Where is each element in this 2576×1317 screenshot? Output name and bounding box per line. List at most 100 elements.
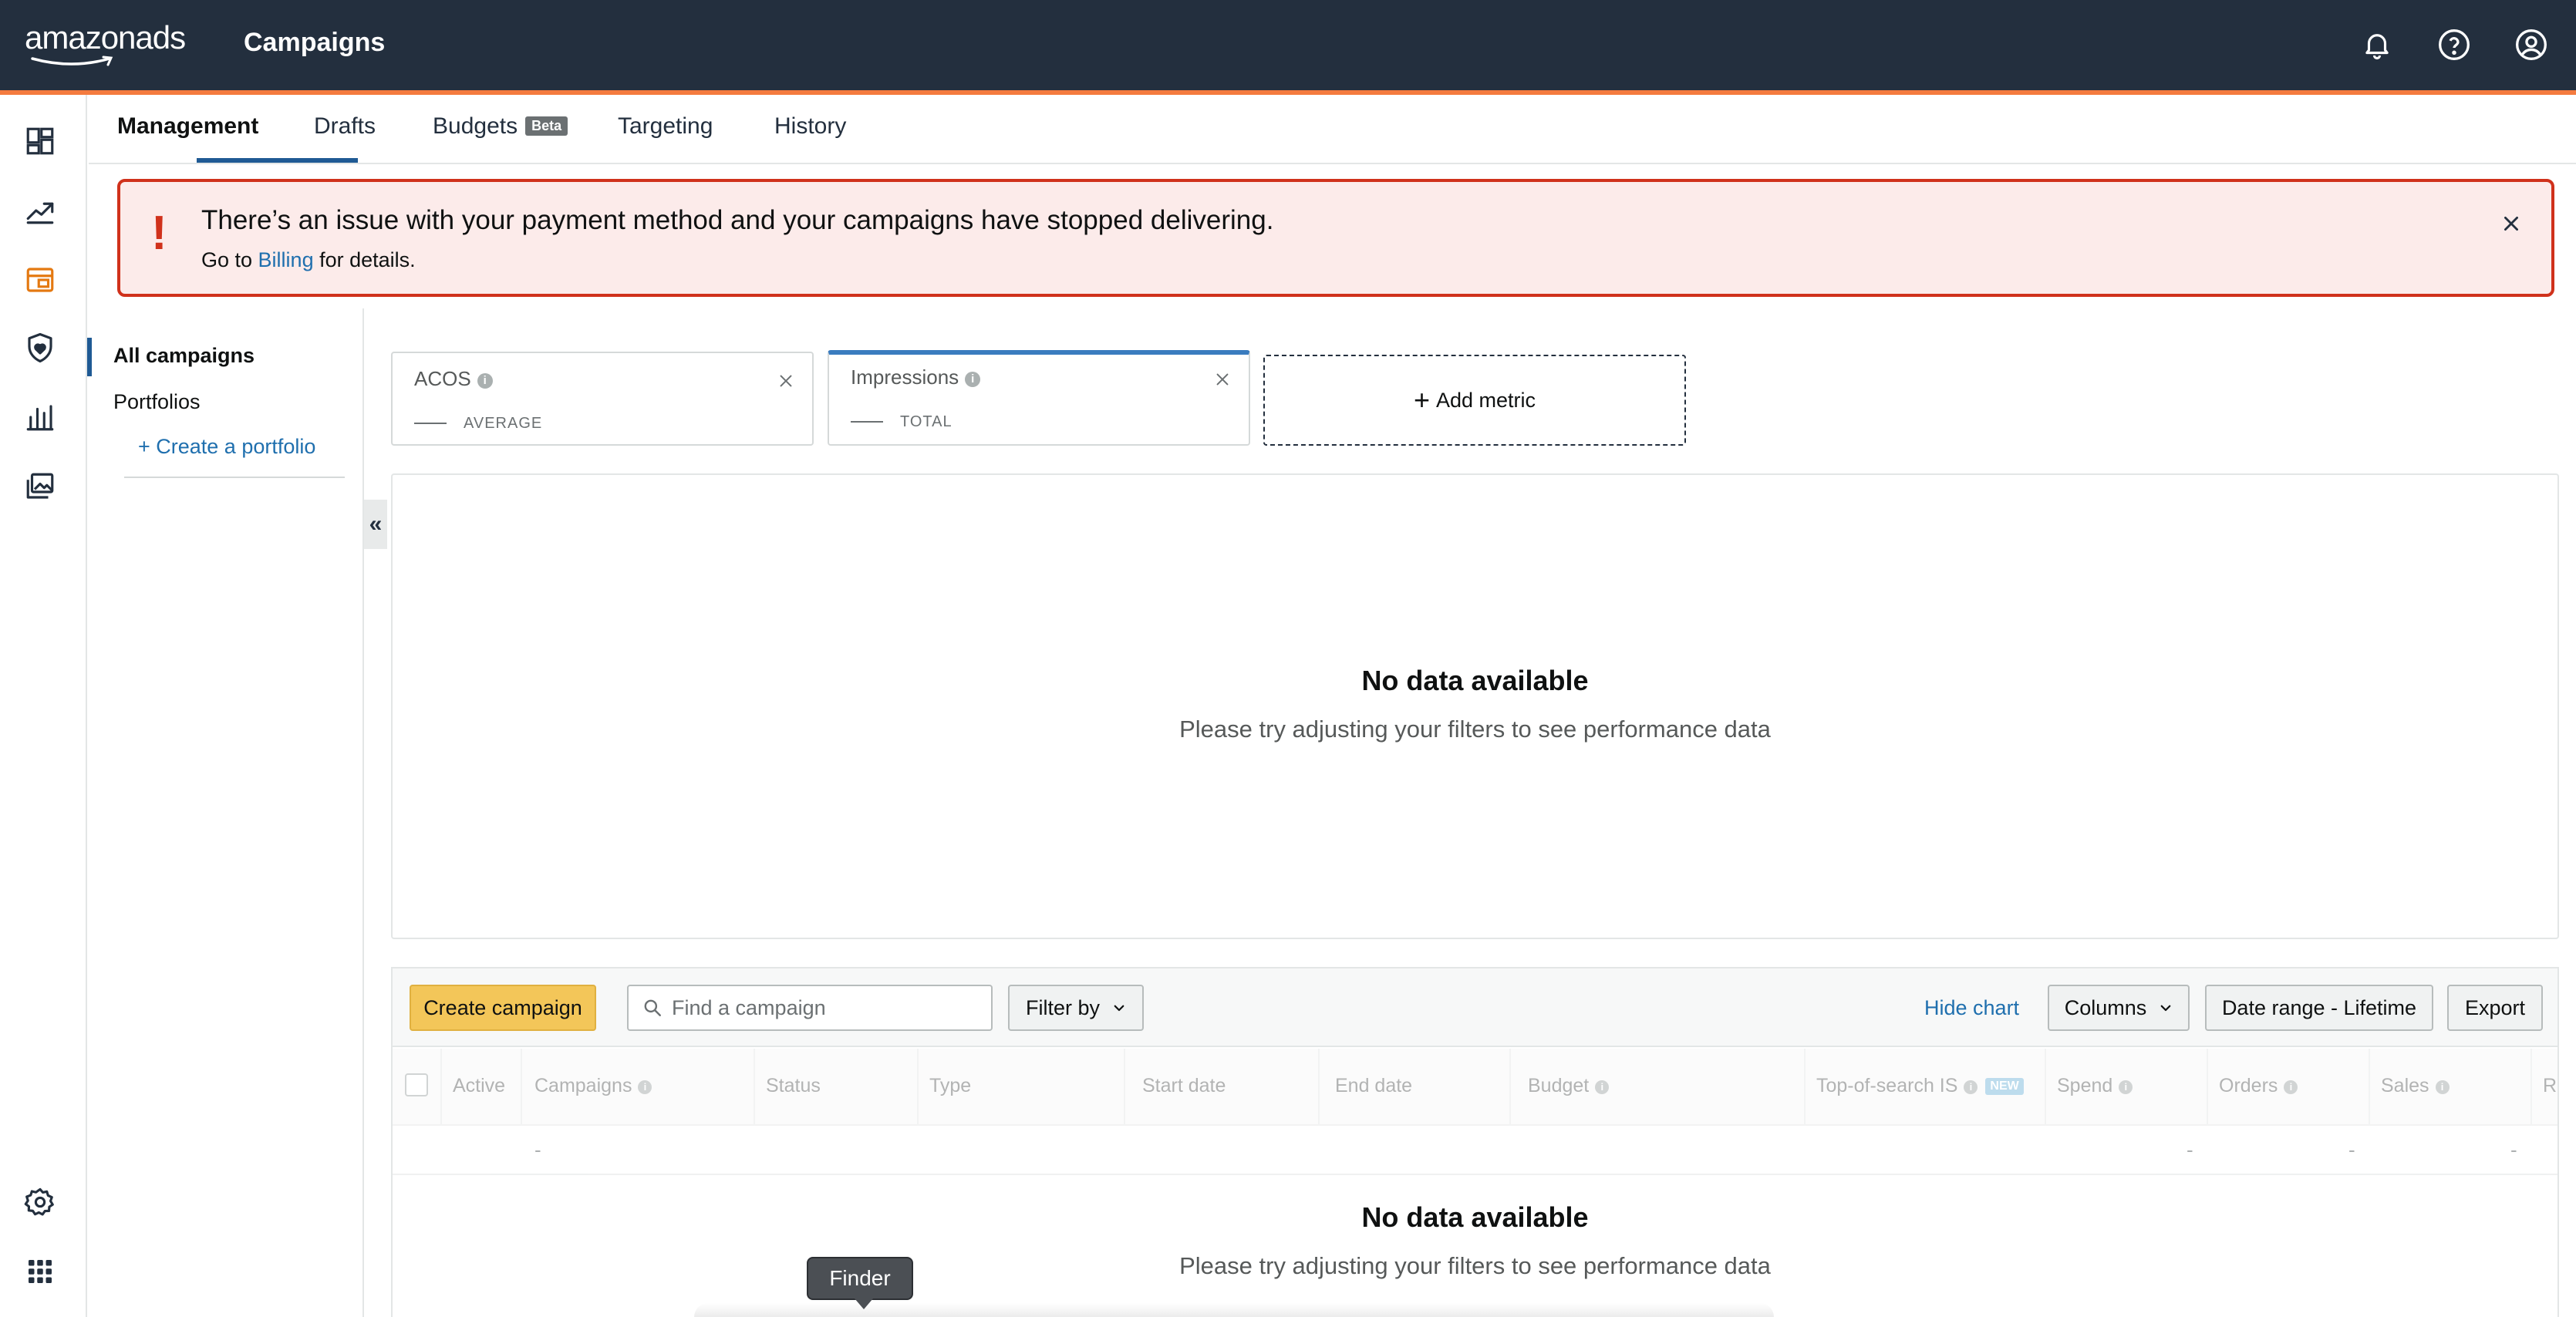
close-icon[interactable] [2496,208,2527,239]
column-header-type[interactable]: Type [929,1075,971,1097]
help-icon[interactable] [2434,25,2474,65]
info-icon[interactable]: i [965,372,981,387]
exclamation-icon: ! [151,207,167,260]
tab-budgets[interactable]: Budgets Beta [433,113,568,140]
tab-history[interactable]: History [774,113,846,140]
performance-chart-panel: No data available Please try adjusting y… [391,473,2559,939]
campaign-sidebar: All campaigns Portfolios + Create a port… [87,308,364,1317]
column-divider [2369,1049,2370,1126]
new-badge: NEW [1985,1078,2024,1095]
tab-management[interactable]: Management [117,113,258,140]
campaigns-icon[interactable] [20,260,60,300]
column-header-orders[interactable]: Orders i [2219,1075,2298,1097]
chart-empty-message: Please try adjusting your filters to see… [1179,716,1771,743]
create-portfolio-link[interactable]: + Create a portfolio [138,435,315,459]
column-header-sales[interactable]: Sales i [2381,1075,2450,1097]
sidebar-item-portfolios[interactable]: Portfolios [113,390,201,414]
export-button[interactable]: Export [2447,985,2543,1031]
select-all-checkbox[interactable] [405,1073,428,1096]
top-navigation-bar: amazonads Campaigns [0,0,2576,90]
payment-error-alert: ! There’s an issue with your payment met… [117,179,2554,297]
search-input[interactable] [672,995,965,1020]
metric-line-swatch [851,421,883,423]
info-icon[interactable]: i [2435,1080,2450,1094]
hide-chart-link[interactable]: Hide chart [1924,996,2019,1020]
column-header-active[interactable]: Active [453,1075,505,1097]
search-icon [644,999,661,1016]
dashboard-icon[interactable] [20,121,60,161]
remove-metric-icon[interactable] [1212,369,1233,390]
account-icon[interactable] [2511,25,2551,65]
brand-shield-icon[interactable] [20,328,60,368]
column-divider [2045,1049,2046,1126]
filter-by-button[interactable]: Filter by [1008,985,1144,1031]
trend-icon[interactable] [20,190,60,231]
info-icon[interactable]: i [1595,1080,1610,1094]
tab-targeting[interactable]: Targeting [618,113,713,140]
sidebar-divider [124,477,345,478]
metric-name: ACOS i [414,367,493,391]
bell-icon[interactable] [2357,25,2397,65]
columns-button[interactable]: Columns [2048,985,2190,1031]
active-tab-indicator [197,158,358,163]
tab-drafts[interactable]: Drafts [314,113,376,140]
logo-smile-icon [31,56,113,66]
column-divider [1804,1049,1806,1126]
amazon-ads-logo[interactable]: amazonads [25,19,186,71]
metric-card-acos[interactable]: ACOS i AVERAGE [391,352,814,446]
plus-icon: + [1413,384,1430,416]
finder-tooltip: Finder [807,1257,913,1309]
add-metric-button[interactable]: + Add metric [1263,355,1686,446]
metric-card-impressions[interactable]: Impressions i TOTAL [828,350,1250,446]
spend-cell: - [2187,1138,2193,1161]
chart-empty-title: No data available [1361,665,1589,696]
column-header-label: Spend [2057,1075,2113,1096]
date-range-button[interactable]: Date range - Lifetime [2205,985,2433,1031]
settings-icon[interactable] [20,1182,60,1222]
table-empty-message: Please try adjusting your filters to see… [1179,1252,1771,1279]
column-header-top-of-search-is[interactable]: Top-of-search IS i NEW [1816,1075,2024,1097]
collapse-sidebar-button[interactable]: « [364,500,387,549]
column-header-label: Orders [2219,1075,2278,1096]
chevron-down-icon [2160,1005,2171,1012]
info-icon[interactable]: i [638,1080,652,1094]
app-title: Campaigns [244,28,386,57]
column-header-label: Sales [2381,1075,2429,1096]
alert-message-suffix: for details. [313,248,416,271]
column-divider [2530,1049,2532,1126]
remove-metric-icon[interactable] [775,370,797,392]
metric-name: Impressions i [851,365,981,389]
info-icon[interactable]: i [477,373,493,389]
info-icon[interactable]: i [1964,1080,1978,1094]
column-header-roas[interactable]: R [2543,1075,2557,1097]
table-row: - - - - [393,1127,2557,1175]
tab-budgets-label: Budgets [433,113,518,139]
column-divider [1124,1049,1125,1126]
column-header-start-date[interactable]: Start date [1142,1075,1226,1097]
table-empty-title: No data available [1361,1201,1589,1233]
apps-grid-icon[interactable] [20,1251,60,1292]
column-header-spend[interactable]: Spend i [2057,1075,2133,1097]
logo-main-text: amazon [25,19,136,56]
column-header-end-date[interactable]: End date [1335,1075,1412,1097]
metric-aggregation: TOTAL [900,413,953,430]
campaign-search[interactable] [627,985,993,1031]
reports-icon[interactable] [20,397,60,437]
billing-link[interactable]: Billing [258,248,314,271]
column-header-campaigns[interactable]: Campaigns i [534,1075,652,1097]
metric-line-swatch [414,423,447,424]
table-header-row: Active Campaigns i Status Type Start date… [393,1049,2557,1126]
columns-label: Columns [2064,995,2147,1019]
column-header-label: Campaigns [534,1075,632,1096]
column-header-status[interactable]: Status [766,1075,821,1097]
info-icon[interactable]: i [2119,1080,2133,1094]
add-metric-label: Add metric [1435,388,1536,412]
media-library-icon[interactable] [20,467,60,507]
sidebar-item-all-campaigns[interactable]: All campaigns [113,344,255,368]
sidebar-active-indicator [87,338,92,376]
metric-aggregation: AVERAGE [464,415,543,432]
column-header-label: Budget [1528,1075,1590,1096]
column-header-budget[interactable]: Budget i [1528,1075,1610,1097]
info-icon[interactable]: i [2284,1080,2298,1094]
create-campaign-button[interactable]: Create campaign [410,985,596,1031]
